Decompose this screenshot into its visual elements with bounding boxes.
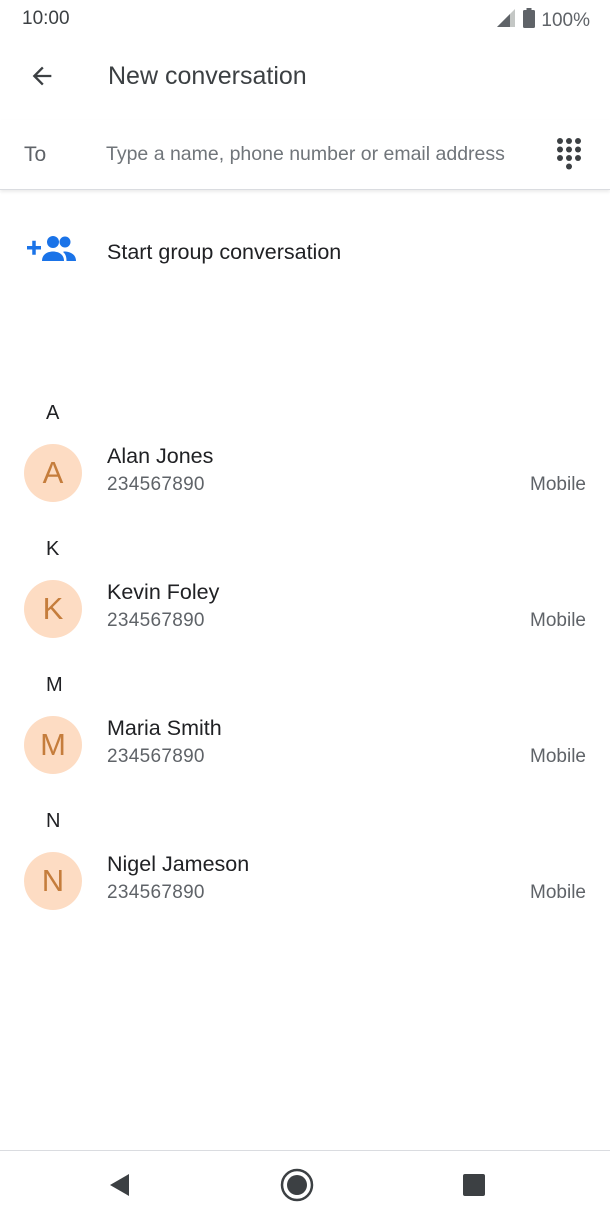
signal-icon: [497, 9, 517, 32]
status-time: 10:00: [22, 8, 70, 29]
section-header-k: K: [46, 538, 60, 560]
contact-row-nigel-jameson[interactable]: N Nigel Jameson 234567890 Mobile: [0, 846, 610, 932]
nav-back-icon: [107, 1172, 133, 1203]
contact-row-alan-jones[interactable]: A Alan Jones 234567890 Mobile: [0, 438, 610, 524]
status-icons: 100%: [497, 8, 590, 33]
contact-avatar: K: [24, 580, 82, 638]
contact-number-type: Mobile: [530, 882, 586, 903]
start-group-conversation-button[interactable]: Start group conversation: [0, 214, 610, 290]
section-header-n: N: [46, 810, 61, 832]
contact-row-kevin-foley[interactable]: K Kevin Foley 234567890 Mobile: [0, 574, 610, 660]
recipient-row: To: [0, 120, 610, 190]
contact-number: 234567890: [107, 746, 205, 767]
contact-number-type: Mobile: [530, 474, 586, 495]
nav-back-button[interactable]: [98, 1165, 142, 1209]
contact-number-type: Mobile: [530, 610, 586, 631]
status-bar: 10:00 100%: [0, 0, 610, 40]
contact-row-maria-smith[interactable]: M Maria Smith 234567890 Mobile: [0, 710, 610, 796]
contact-number-type: Mobile: [530, 746, 586, 767]
arrow-back-icon: [28, 62, 56, 95]
contact-name: Maria Smith: [107, 716, 222, 740]
nav-recents-icon: [462, 1173, 486, 1202]
nav-home-icon: [279, 1167, 315, 1208]
contact-name: Alan Jones: [107, 444, 214, 468]
recipient-input[interactable]: [106, 136, 536, 172]
contact-number: 234567890: [107, 610, 205, 631]
group-add-icon: [26, 234, 78, 271]
nav-recents-button[interactable]: [452, 1165, 496, 1209]
app-header: New conversation: [0, 40, 610, 116]
page-title: New conversation: [108, 62, 307, 90]
section-header-a: A: [46, 402, 60, 424]
dialpad-icon: [548, 138, 590, 180]
contact-list: A A Alan Jones 234567890 Mobile K K Kevi…: [0, 388, 610, 932]
dialpad-button[interactable]: [548, 134, 590, 176]
contact-name: Kevin Foley: [107, 580, 220, 604]
battery-icon: [523, 8, 536, 33]
contact-avatar: N: [24, 852, 82, 910]
start-group-label: Start group conversation: [107, 240, 342, 264]
contact-avatar: A: [24, 444, 82, 502]
system-nav-bar: [0, 1150, 610, 1220]
battery-percent: 100%: [541, 9, 590, 31]
contact-number: 234567890: [107, 882, 205, 903]
nav-home-button[interactable]: [275, 1165, 319, 1209]
to-label: To: [24, 143, 47, 166]
section-header-m: M: [46, 674, 63, 696]
contact-name: Nigel Jameson: [107, 852, 250, 876]
contact-number: 234567890: [107, 474, 205, 495]
back-button[interactable]: [20, 56, 64, 100]
contact-avatar: M: [24, 716, 82, 774]
